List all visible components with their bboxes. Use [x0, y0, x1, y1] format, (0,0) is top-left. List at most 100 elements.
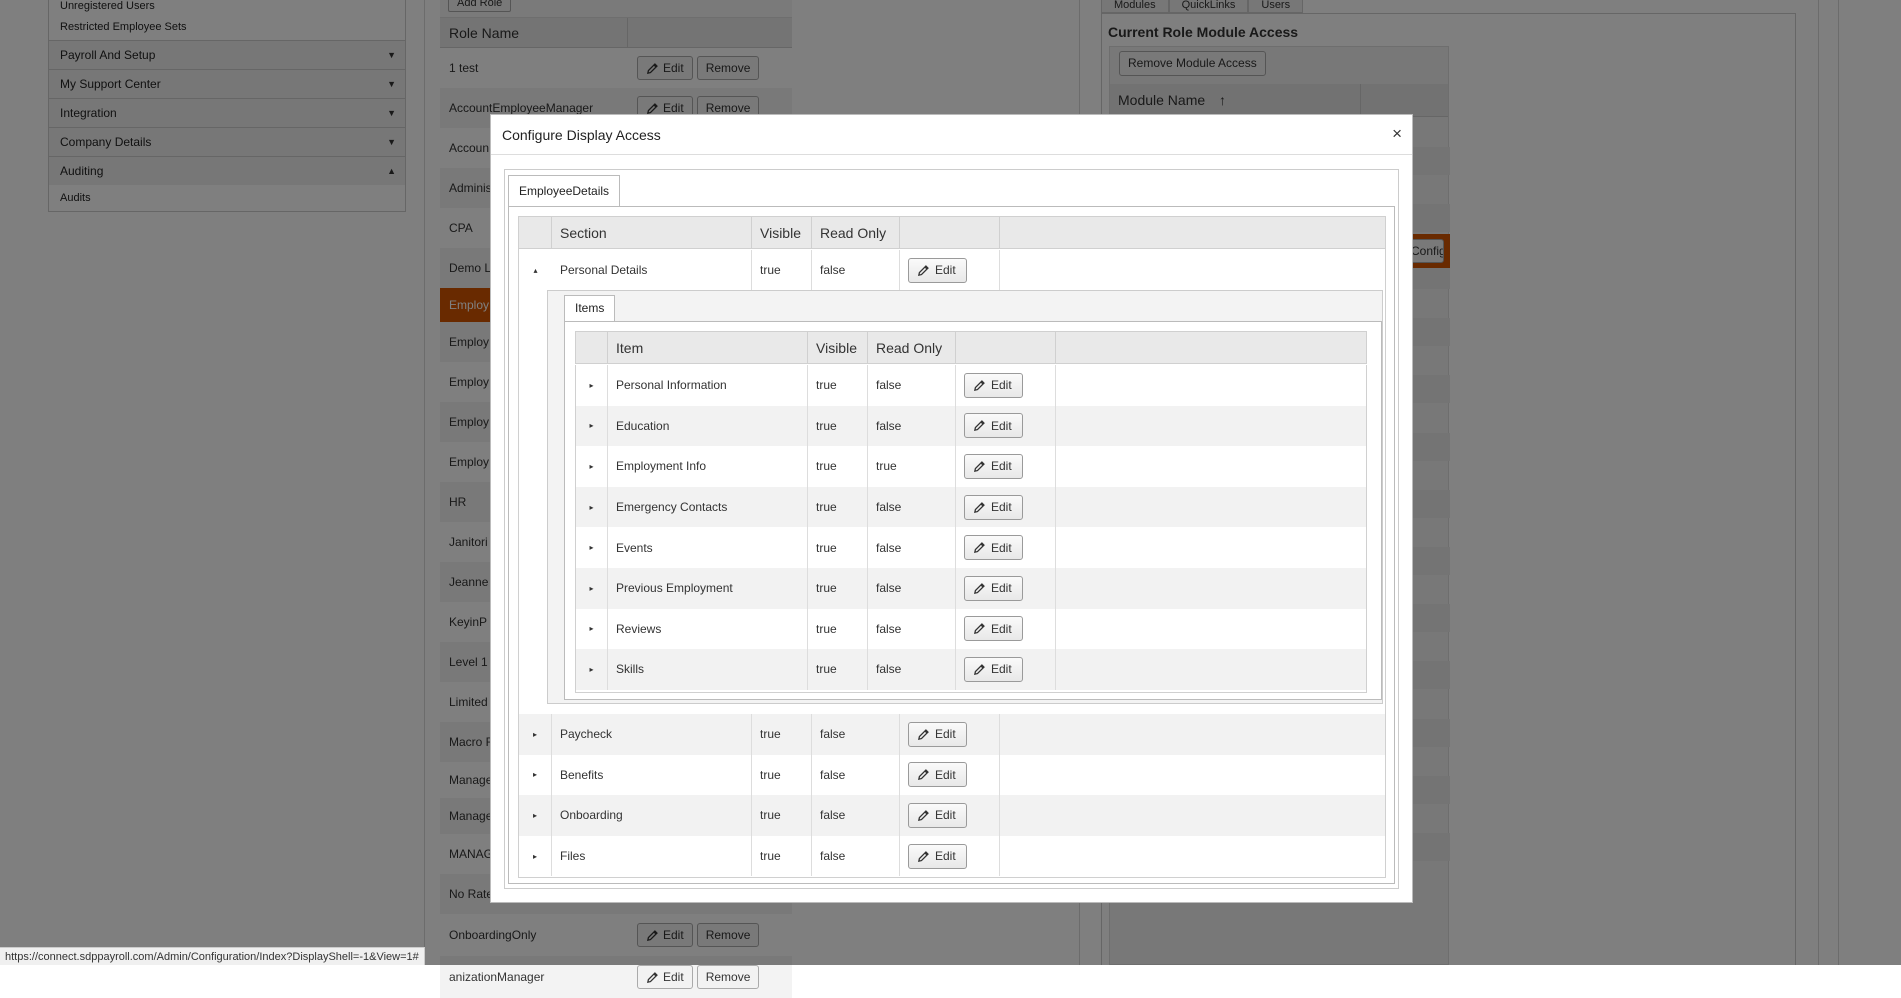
expand-arrow-icon[interactable]: ▸	[519, 795, 552, 836]
expand-arrow-icon[interactable]: ▸	[519, 714, 552, 755]
item-row-reviews: ▸ Reviews true false Edit	[576, 608, 1366, 650]
section-row-onboarding: ▸ Onboarding true false Edit	[519, 795, 1385, 836]
section-visible: true	[752, 250, 812, 290]
item-visible: true	[808, 568, 868, 609]
item-read-only: false	[868, 486, 956, 528]
item-visible: true	[808, 405, 868, 447]
actions-cell: Edit	[956, 486, 1056, 528]
remove-role-button[interactable]: Remove	[696, 965, 760, 989]
item-row-events: ▸ Events true false Edit	[576, 527, 1366, 568]
pencil-icon	[974, 461, 985, 472]
section-column-header[interactable]: Section	[552, 217, 752, 248]
pencil-icon	[974, 664, 985, 675]
expand-arrow-icon[interactable]: ▸	[576, 405, 608, 447]
pencil-icon	[918, 850, 929, 862]
section-name: Paycheck	[552, 714, 752, 755]
read-only-column-header[interactable]: Read Only	[868, 332, 956, 363]
pencil-icon	[974, 542, 985, 554]
edit-button[interactable]: Edit	[908, 721, 967, 747]
edit-button[interactable]: Edit	[908, 762, 967, 788]
pencil-icon	[918, 810, 929, 821]
tab-items[interactable]: Items	[564, 295, 616, 322]
expand-arrow-icon[interactable]: ▸	[576, 568, 608, 609]
edit-label: Edit	[991, 500, 1012, 515]
expand-arrow-icon[interactable]: ▸	[576, 486, 608, 528]
expand-arrow-icon[interactable]: ▸	[519, 754, 552, 796]
edit-button[interactable]: Edit	[908, 802, 967, 828]
edit-button[interactable]: Edit	[964, 575, 1023, 601]
actions-cell: Edit	[900, 835, 1000, 877]
section-row-benefits: ▸ Benefits true false Edit	[519, 754, 1385, 796]
section-row-personal-details: ▴ Personal Details true false Edit	[519, 250, 1385, 290]
section-visible: true	[752, 835, 812, 877]
actions-cell: Edit	[900, 714, 1000, 755]
expand-arrow-icon[interactable]: ▸	[576, 649, 608, 690]
edit-label: Edit	[991, 662, 1012, 677]
item-visible: true	[808, 608, 868, 650]
expand-arrow-icon[interactable]: ▸	[576, 527, 608, 568]
section-name: Onboarding	[552, 795, 752, 836]
visible-column-header[interactable]: Visible	[808, 332, 868, 363]
section-grid-header: Section Visible Read Only	[518, 216, 1386, 249]
section-read-only: false	[812, 714, 900, 755]
item-column-header[interactable]: Item	[608, 332, 808, 363]
edit-button[interactable]: Edit	[964, 453, 1023, 479]
dialog-title: Configure Display Access	[502, 126, 661, 143]
item-row-education: ▸ Education true false Edit	[576, 405, 1366, 447]
actions-cell: Edit	[956, 568, 1056, 609]
configure-display-access-dialog: Configure Display Access × EmployeeDetai…	[490, 114, 1413, 903]
pencil-icon	[918, 769, 929, 781]
section-name: Files	[552, 835, 752, 877]
read-only-column-header[interactable]: Read Only	[812, 217, 900, 248]
edit-label: Edit	[935, 263, 956, 277]
pencil-icon	[918, 728, 929, 740]
edit-button[interactable]: Edit	[964, 656, 1023, 682]
item-visible: true	[808, 649, 868, 690]
item-visible: true	[808, 527, 868, 568]
dialog-content-frame: EmployeeDetails Section Visible Read Onl…	[504, 169, 1399, 889]
edit-role-button[interactable]: Edit	[637, 965, 693, 989]
edit-button[interactable]: Edit	[908, 843, 967, 869]
edit-button[interactable]: Edit	[964, 413, 1023, 439]
actions-cell: Edit	[956, 365, 1056, 406]
pencil-icon	[974, 420, 985, 432]
edit-label: Edit	[935, 808, 956, 823]
item-row-skills: ▸ Skills true false Edit	[576, 649, 1366, 690]
pencil-icon	[647, 971, 658, 983]
actions-cell: Edit	[900, 795, 1000, 836]
item-visible: true	[808, 486, 868, 528]
section-visible: true	[752, 754, 812, 796]
tab-employee-details[interactable]: EmployeeDetails	[508, 175, 621, 207]
expand-arrow-icon[interactable]: ▸	[576, 365, 608, 406]
close-icon[interactable]: ×	[1392, 124, 1402, 144]
edit-label: Edit	[935, 727, 956, 742]
edit-button[interactable]: Edit	[964, 494, 1023, 520]
section-read-only: false	[812, 795, 900, 836]
section-row-files: ▸ Files true false Edit	[519, 835, 1385, 877]
expand-arrow-icon[interactable]: ▸	[519, 835, 552, 877]
expander-column-header	[576, 332, 608, 363]
section-name: Personal Details	[552, 250, 752, 290]
expand-arrow-icon[interactable]: ▸	[576, 608, 608, 650]
edit-button[interactable]: Edit	[964, 535, 1023, 561]
item-row-previous-employment: ▸ Previous Employment true false Edit	[576, 568, 1366, 609]
status-url: https://connect.sdppayroll.com/Admin/Con…	[0, 947, 425, 965]
item-read-only: false	[868, 527, 956, 568]
pencil-icon	[974, 623, 985, 635]
visible-column-header[interactable]: Visible	[752, 217, 812, 248]
item-row-emergency-contacts: ▸ Emergency Contacts true false Edit	[576, 486, 1366, 528]
actions-cell: Edit	[900, 754, 1000, 796]
item-read-only: false	[868, 365, 956, 406]
pencil-icon	[974, 379, 985, 391]
item-name: Emergency Contacts	[608, 486, 808, 528]
item-grid-header: Item Visible Read Only	[575, 331, 1367, 364]
edit-button[interactable]: Edit	[964, 616, 1023, 642]
item-visible: true	[808, 446, 868, 487]
edit-label: Edit	[991, 621, 1012, 636]
item-row-employment-info: ▸ Employment Info true true Edit	[576, 446, 1366, 487]
edit-button[interactable]: Edit	[964, 372, 1023, 398]
expand-arrow-icon[interactable]: ▸	[576, 446, 608, 487]
collapse-arrow-icon[interactable]: ▴	[519, 250, 552, 290]
edit-button[interactable]: Edit	[908, 257, 967, 283]
edit-label: Edit	[991, 540, 1012, 555]
